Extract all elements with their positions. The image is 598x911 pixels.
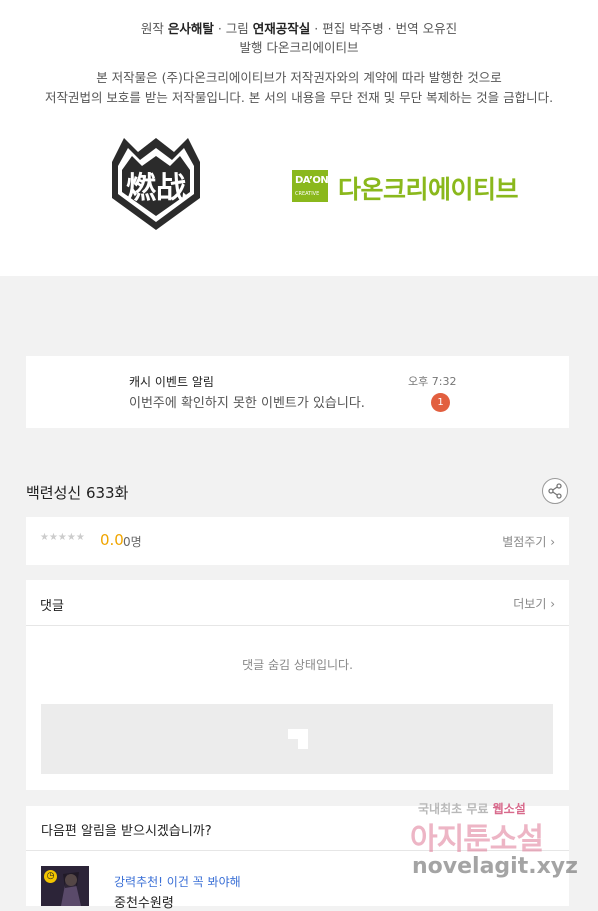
studio-logo-text: 燃战 [126,171,186,206]
publisher-logo-mark: DA’ON CREATIVE [292,170,329,202]
recommended-thumbnail[interactable]: ◷ [41,866,89,906]
star-rating-icons: ★★★★★ [40,532,85,543]
next-episode-card: 다음편 알림을 받으시겠습니까? ◷ 강력추천! 이건 꼭 봐야해 중천수원령 [26,806,569,911]
studio-logo: 燃战 [112,138,200,230]
event-notification-card[interactable]: 캐시 이벤트 알림 이번주에 확인하지 못한 이벤트가 있습니다. 오후 7:3… [26,356,569,428]
next-episode-divider [26,850,569,851]
notification-time: 오후 7:32 [408,375,457,388]
publisher-logo: DA’ON CREATIVE 다온크리에이티브 [292,168,542,208]
rating-card: ★★★★★ 0.0 0명 별점주기 › [26,517,569,565]
publisher-logo-mark-top: DA’ON [295,175,329,186]
credits-section: 원작 은사해탈 · 그림 연재공작실 · 편집 박주병 · 번역 오유진 발행 … [0,0,598,276]
notification-message: 이번주에 확인하지 못한 이벤트가 있습니다. [129,396,365,411]
notification-badge: 1 [431,393,450,412]
copyright-notice-1: 본 저작물은 (주)다온크리에이티브가 저작권자와의 계약에 따라 발행한 것으… [96,70,502,85]
share-icon [548,483,562,499]
clock-icon: ◷ [44,870,57,883]
comments-more-link[interactable]: 더보기 › [513,595,555,612]
comments-hidden-message: 댓글 숨김 상태입니다. [242,658,353,672]
rating-score: 0.0 [100,531,124,549]
credits-line-publisher: 발행 다온크리에이티브 [239,40,359,55]
comments-header: 댓글 [40,599,64,614]
comments-divider [26,625,569,626]
recommended-title[interactable]: 중천수원령 [114,892,174,911]
episode-title: 백련성신 633화 [26,484,129,502]
publisher-logo-name: 다온크리에이티브 [338,175,519,204]
next-episode-question: 다음편 알림을 받으시겠습니까? [41,824,212,839]
comments-card: 댓글 더보기 › 댓글 숨김 상태입니다. [26,580,569,790]
notification-title: 캐시 이벤트 알림 [129,375,214,389]
rate-button[interactable]: 별점주기 › [502,533,555,550]
rating-count: 0명 [123,535,142,549]
ad-placeholder [41,704,553,774]
publisher-logo-mark-bottom: CREATIVE [295,191,320,197]
copyright-notice-2: 저작권법의 보호를 받는 저작물입니다. 본 서의 내용을 무단 전재 및 무단… [44,90,554,105]
credits-line-authors: 원작 은사해탈 · 그림 연재공작실 · 편집 박주병 · 번역 오유진 [140,21,458,36]
recommendation-label[interactable]: 강력추천! 이건 꼭 봐야해 [114,873,241,890]
image-placeholder-icon [288,729,308,749]
share-button[interactable] [542,478,568,504]
